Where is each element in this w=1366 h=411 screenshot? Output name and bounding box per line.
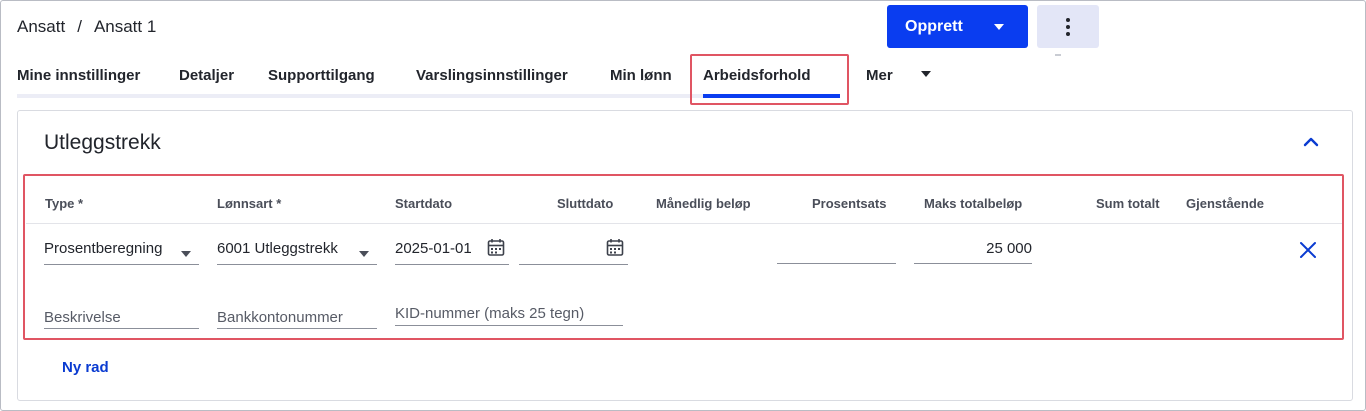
prosentsats-input[interactable] — [777, 240, 896, 264]
new-row-button[interactable]: Ny rad — [62, 359, 109, 376]
type-select[interactable]: Prosentberegning — [44, 240, 199, 265]
col-header-maks-totalbelop: Maks totalbeløp — [924, 196, 1023, 211]
close-icon[interactable] — [1299, 241, 1317, 259]
tab-bar: Mine innstillinger Detaljer Supporttilga… — [17, 60, 926, 98]
tab-arbeidsforhold[interactable]: Arbeidsforhold — [703, 60, 840, 98]
tab-detaljer[interactable]: Detaljer — [179, 60, 268, 98]
tab-varslingsinnstillinger[interactable]: Varslingsinnstillinger — [416, 60, 610, 98]
create-button[interactable]: Opprett — [887, 5, 1028, 48]
create-button-label: Opprett — [905, 17, 963, 35]
caret-down-icon — [994, 24, 1004, 30]
lonnsart-select[interactable]: 6001 Utleggstrekk — [217, 240, 377, 265]
header-divider — [26, 223, 1342, 224]
caret-down-icon — [359, 251, 369, 257]
col-header-prosentsats: Prosentsats — [812, 196, 887, 211]
col-header-startdato: Startdato — [395, 196, 453, 211]
calendar-icon[interactable] — [487, 238, 505, 257]
more-options-button[interactable] — [1037, 5, 1099, 48]
tab-supporttilgang[interactable]: Supporttilgang — [268, 60, 416, 98]
tab-min-lonn[interactable]: Min lønn — [610, 60, 703, 98]
bankkontonummer-input[interactable]: Bankkontonummer — [217, 309, 377, 329]
caret-down-icon — [181, 251, 191, 257]
calendar-icon[interactable] — [606, 238, 624, 257]
tab-mer[interactable]: Mer — [866, 60, 926, 98]
kid-nummer-input[interactable]: KID-nummer (maks 25 tegn) — [395, 305, 623, 326]
col-header-sluttdato: Sluttdato — [557, 196, 614, 211]
col-header-manedlig-belop: Månedlig beløp — [656, 196, 751, 211]
col-header-lonnsart: Lønnsart * — [217, 196, 282, 211]
col-header-gjenstaende: Gjenstående — [1186, 196, 1265, 211]
maks-totalbelop-input[interactable]: 25 000 — [914, 240, 1032, 264]
col-header-sum-totalt: Sum totalt — [1096, 196, 1160, 211]
breadcrumb-parent[interactable]: Ansatt — [17, 17, 65, 37]
chevron-up-icon[interactable] — [1303, 136, 1319, 148]
breadcrumb-current: Ansatt 1 — [93, 17, 157, 36]
breadcrumb-separator: / — [77, 17, 82, 36]
breadcrumb: Ansatt / Ansatt 1 — [17, 17, 156, 37]
vertical-dots-icon — [1066, 17, 1070, 36]
section-title: Utleggstrekk — [44, 131, 161, 154]
tab-mine-innstillinger[interactable]: Mine innstillinger — [17, 60, 179, 98]
caret-down-icon[interactable] — [921, 71, 931, 77]
beskrivelse-input[interactable]: Beskrivelse — [44, 309, 199, 329]
divider — [1055, 54, 1061, 56]
col-header-type: Type * — [45, 196, 84, 211]
